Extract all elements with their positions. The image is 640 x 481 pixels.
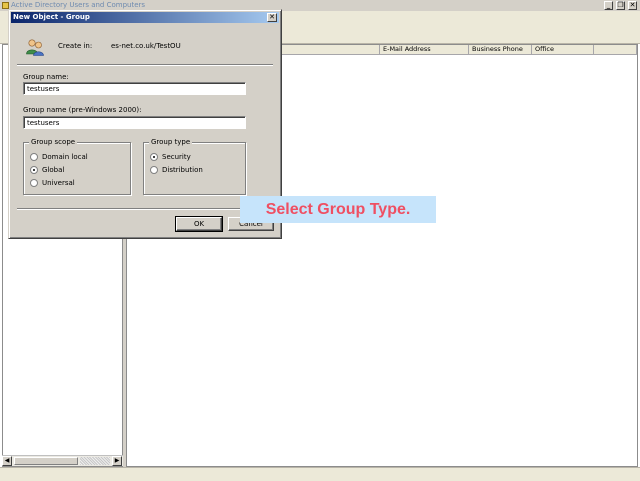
column-header-business-phone[interactable]: Business Phone	[469, 45, 532, 55]
minimize-icon[interactable]: _	[604, 1, 613, 10]
column-header-email[interactable]: E-Mail Address	[380, 45, 469, 55]
radio-global[interactable]	[30, 166, 38, 174]
dialog-close-button[interactable]: ✕	[267, 13, 277, 22]
close-icon[interactable]: ✕	[628, 1, 637, 10]
group-name-label: Group name:	[23, 73, 69, 81]
radio-label: Universal	[42, 179, 75, 187]
scroll-track[interactable]	[80, 457, 110, 465]
create-in-label: Create in:	[58, 42, 93, 50]
radio-label: Security	[162, 153, 191, 161]
radio-distribution[interactable]	[150, 166, 158, 174]
divider	[17, 208, 273, 210]
group-scope-title: Group scope	[29, 138, 78, 146]
scroll-right-icon[interactable]: ▶	[112, 456, 122, 466]
radio-label: Global	[42, 166, 65, 174]
divider	[17, 64, 273, 66]
instruction-callout: Select Group Type.	[240, 196, 436, 223]
tree-horizontal-scrollbar[interactable]: ◀ ▶	[2, 455, 123, 466]
group-name-pre2000-label: Group name (pre-Windows 2000):	[23, 106, 142, 114]
restore-icon[interactable]: ❐	[616, 1, 625, 10]
scroll-left-icon[interactable]: ◀	[2, 456, 12, 466]
create-in-path: es-net.co.uk/TestOU	[111, 42, 181, 50]
mmc-title: Active Directory Users and Computers	[11, 1, 146, 9]
group-name-pre2000-input[interactable]	[23, 116, 246, 129]
app-folder-icon	[2, 2, 9, 9]
group-type-title: Group type	[149, 138, 193, 146]
dialog-title: New Object - Group	[13, 13, 90, 21]
group-scope-box: Group scope Domain local Global Universa…	[23, 138, 131, 195]
ok-button[interactable]: OK	[175, 216, 223, 232]
radio-label: Distribution	[162, 166, 203, 174]
radio-domain-local[interactable]	[30, 153, 38, 161]
column-header-empty	[594, 45, 637, 55]
dialog-titlebar[interactable]: New Object - Group ✕	[11, 12, 279, 23]
radio-security[interactable]	[150, 153, 158, 161]
mmc-statusbar	[0, 467, 640, 481]
column-header-office[interactable]: Office	[532, 45, 594, 55]
radio-universal[interactable]	[30, 179, 38, 187]
group-name-input[interactable]	[23, 82, 246, 95]
radio-label: Domain local	[42, 153, 88, 161]
group-type-box: Group type Security Distribution	[143, 138, 246, 195]
scroll-thumb[interactable]	[14, 457, 78, 465]
users-icon	[26, 39, 44, 56]
